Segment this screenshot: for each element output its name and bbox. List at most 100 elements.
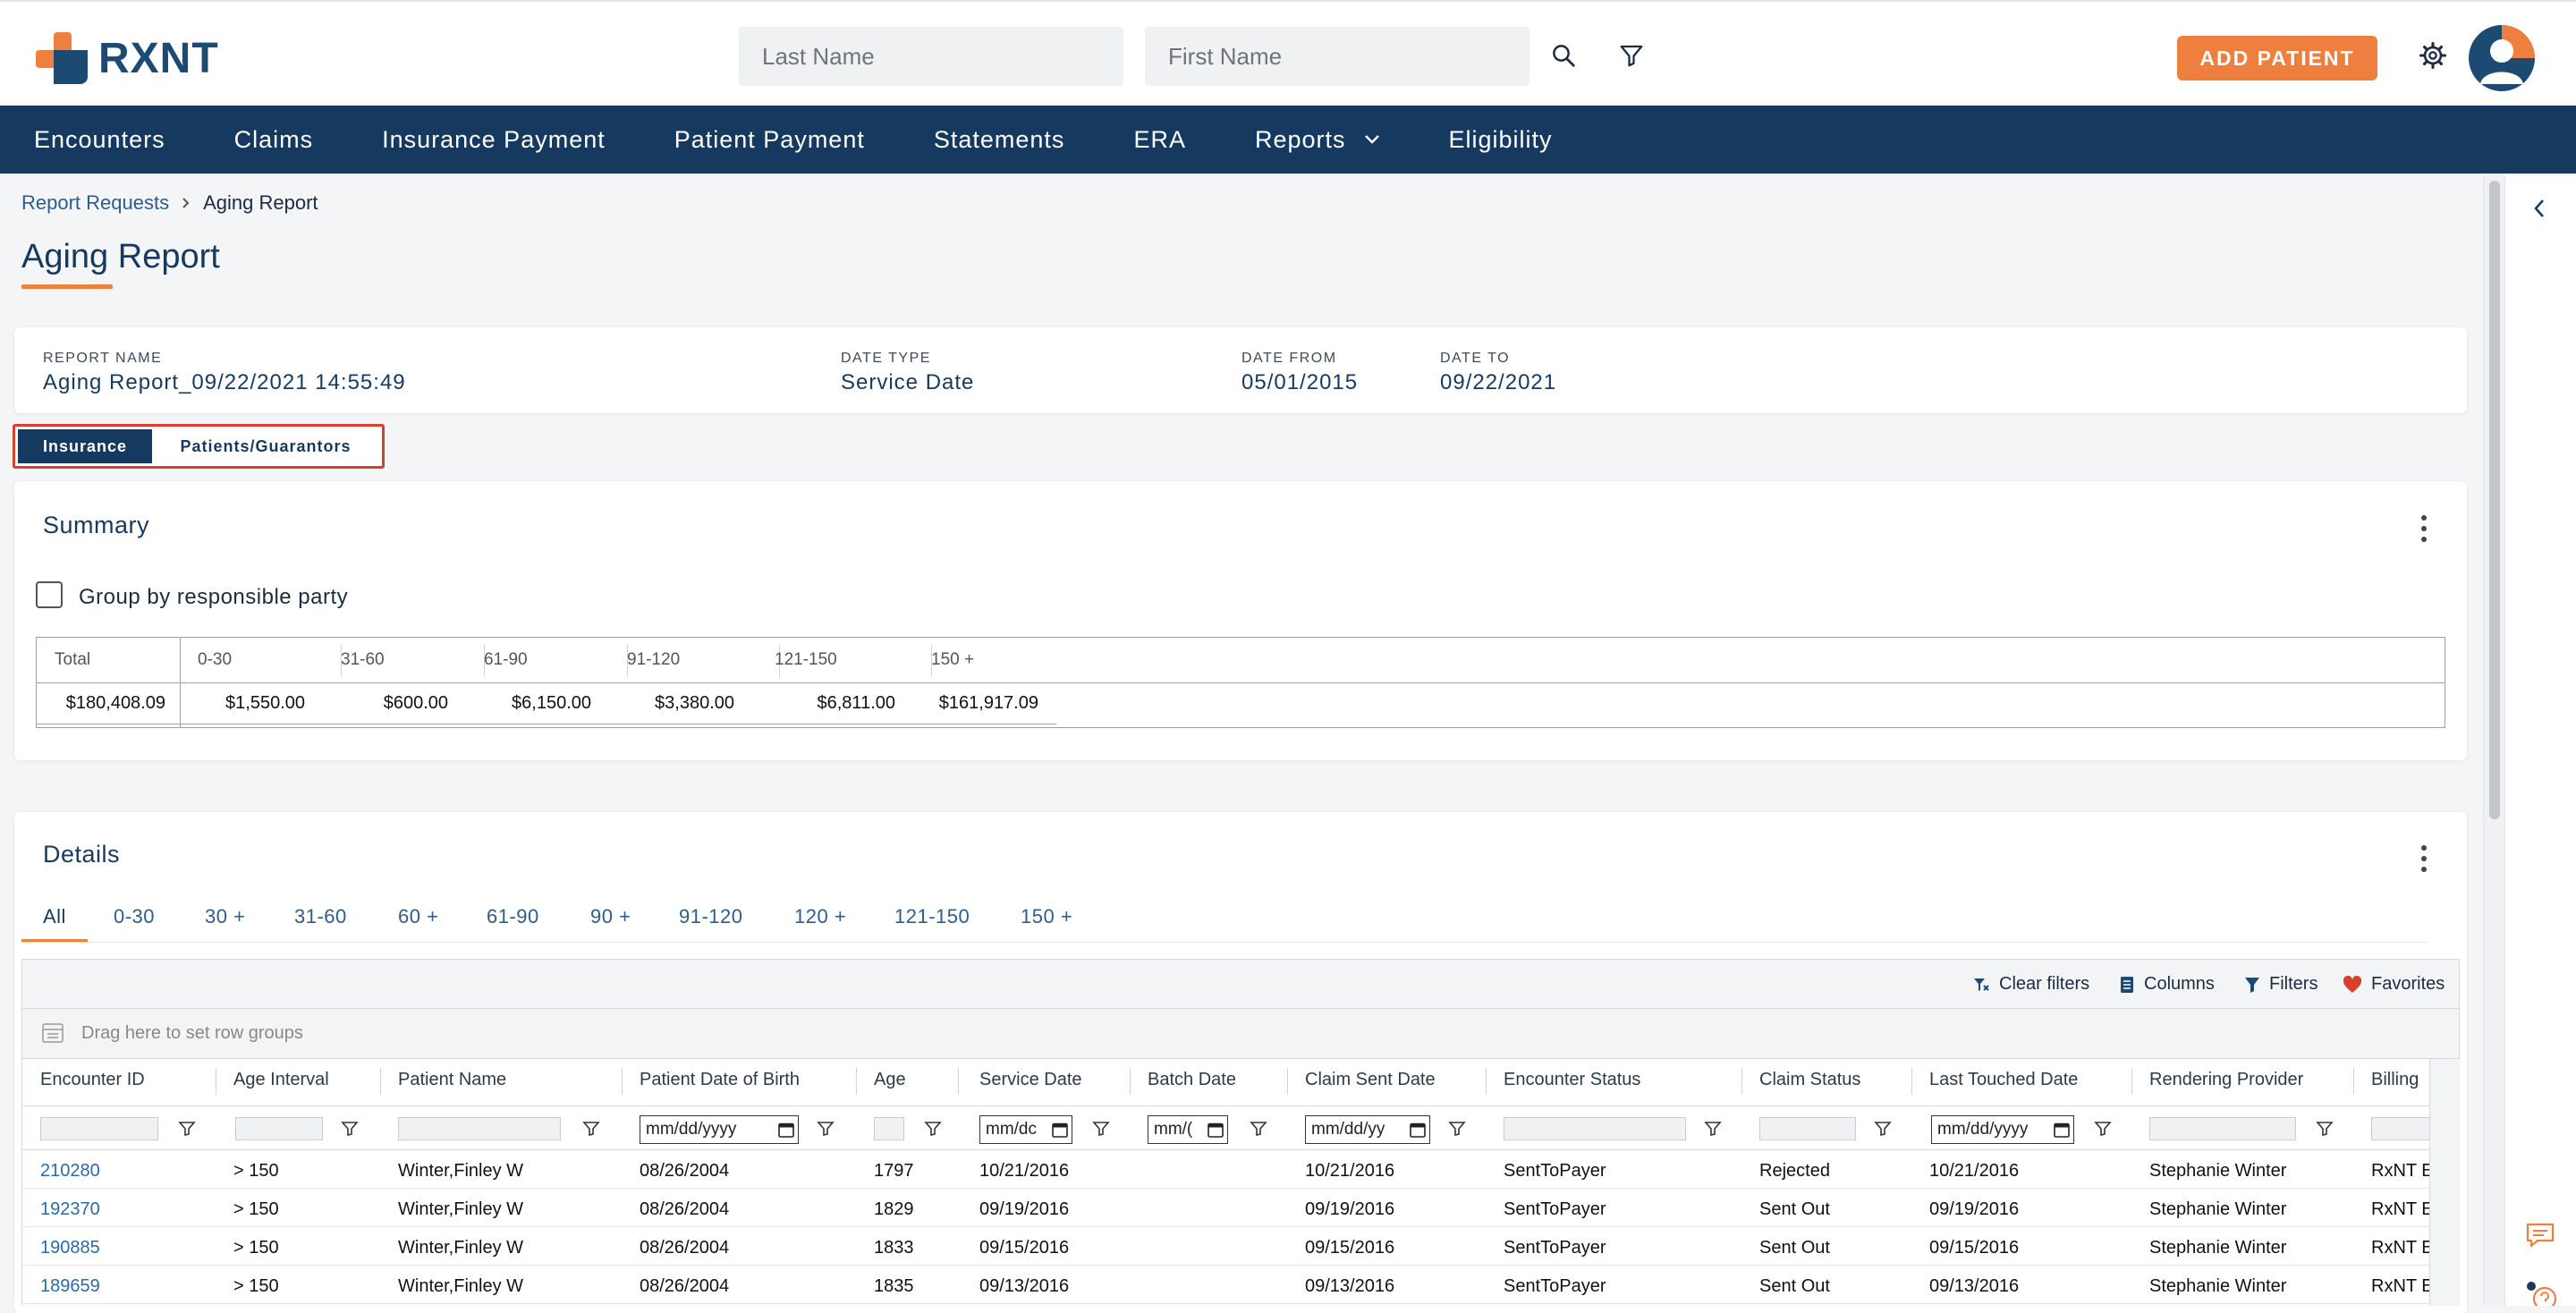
cell-encounter-id-link[interactable]: 192370 [40,1199,100,1220]
filter-claim-sent-date[interactable]: mm/dd/yy [1305,1115,1430,1144]
user-avatar[interactable] [2469,25,2535,91]
filter-age-interval[interactable] [235,1117,323,1140]
last-name-input[interactable] [739,27,1123,86]
col-header-rendering-provider[interactable]: Rendering Provider [2149,1070,2303,1090]
chat-icon[interactable] [2525,1222,2555,1249]
filter-menu-icon[interactable] [1092,1121,1110,1137]
filter-menu-icon[interactable] [1704,1121,1722,1137]
columns-button[interactable]: Columns [2119,974,2215,995]
details-tab-0-30[interactable]: 0-30 [114,905,155,928]
filter-claim-status[interactable] [1759,1117,1856,1140]
cell-claim-sent-date: 09/15/2016 [1305,1238,1395,1258]
filter-menu-icon[interactable] [817,1121,835,1137]
summary-table: Total 0-30 31-60 61-90 91-120 121-150 15… [36,637,2445,728]
filter-menu-icon[interactable] [1874,1121,1892,1137]
col-header-last-touched-date[interactable]: Last Touched Date [1929,1070,2078,1090]
table-row[interactable]: 190885 > 150 Winter,Finley W 08/26/2004 … [22,1227,2429,1266]
filter-patient-name[interactable] [398,1117,561,1140]
col-header-age[interactable]: Age [874,1070,906,1090]
calendar-icon[interactable] [1052,1122,1068,1138]
filter-dob-date[interactable]: mm/dd/yyyy [640,1115,799,1144]
first-name-input[interactable] [1145,27,1530,86]
col-header-encounter-status[interactable]: Encounter Status [1504,1070,1640,1090]
filter-menu-icon[interactable] [178,1121,196,1137]
calendar-icon[interactable] [778,1122,794,1138]
grid-vertical-scrollbar[interactable] [2429,1059,2460,1306]
nav-claims[interactable]: Claims [234,126,314,154]
filter-last-touched-date[interactable]: mm/dd/yyyy [1931,1115,2074,1144]
cell-encounter-id-link[interactable]: 189659 [40,1276,100,1297]
row-group-drop-zone[interactable]: Drag here to set row groups [21,1009,2460,1059]
nav-eligibility[interactable]: Eligibility [1449,126,1553,154]
summary-header-31-60: 31-60 [341,650,385,669]
details-tab-91-120[interactable]: 91-120 [679,905,743,928]
details-more-icon[interactable] [2419,845,2428,872]
nav-encounters[interactable]: Encounters [34,126,165,154]
clear-filters-button[interactable]: Clear filters [1972,974,2089,995]
filter-menu-icon[interactable] [2316,1121,2334,1137]
col-header-batch-date[interactable]: Batch Date [1148,1070,1236,1090]
filter-menu-icon[interactable] [1448,1121,1466,1137]
filter-menu-icon[interactable] [2094,1121,2112,1137]
favorites-button[interactable]: Favorites [2343,974,2445,995]
cell-encounter-id-link[interactable]: 190885 [40,1238,100,1258]
filter-icon[interactable] [1614,38,1649,73]
filter-menu-icon[interactable] [582,1121,600,1137]
table-row[interactable]: 210280 > 150 Winter,Finley W 08/26/2004 … [22,1150,2429,1189]
nav-statements[interactable]: Statements [934,126,1065,154]
filter-menu-icon[interactable] [924,1121,942,1137]
col-header-patient-name[interactable]: Patient Name [398,1070,506,1090]
details-tab-60-plus[interactable]: 60 + [398,905,438,928]
details-tab-90-plus[interactable]: 90 + [590,905,631,928]
calendar-icon[interactable] [1208,1122,1224,1138]
filter-rendering-provider[interactable] [2149,1117,2296,1140]
col-header-age-interval[interactable]: Age Interval [233,1070,329,1090]
scroll-thumb[interactable] [2489,181,2500,819]
details-tab-31-60[interactable]: 31-60 [294,905,347,928]
col-header-patient-dob[interactable]: Patient Date of Birth [640,1070,800,1090]
filter-menu-icon[interactable] [1250,1121,1267,1137]
details-tab-30-plus[interactable]: 30 + [205,905,245,928]
help-icon[interactable] [2525,1279,2557,1306]
nav-era[interactable]: ERA [1133,126,1186,154]
cell-encounter-id-link[interactable]: 210280 [40,1161,100,1182]
calendar-icon[interactable] [2054,1122,2070,1138]
table-row[interactable]: 192370 > 150 Winter,Finley W 08/26/2004 … [22,1189,2429,1227]
col-header-service-date[interactable]: Service Date [979,1070,1082,1090]
nav-reports[interactable]: Reports [1255,126,1380,154]
add-patient-button[interactable]: ADD PATIENT [2177,36,2377,80]
details-tab-121-150[interactable]: 121-150 [894,905,970,928]
breadcrumb-report-requests[interactable]: Report Requests [21,191,169,215]
cell-age: 1833 [874,1238,914,1258]
filter-encounter-status[interactable] [1504,1117,1686,1140]
summary-more-icon[interactable] [2419,515,2428,542]
col-header-billing[interactable]: Billing [2371,1070,2419,1090]
filter-billing[interactable] [2371,1117,2429,1140]
col-header-claim-sent-date[interactable]: Claim Sent Date [1305,1070,1436,1090]
details-tab-61-90[interactable]: 61-90 [487,905,539,928]
group-by-checkbox[interactable] [36,581,63,608]
details-tab-150-plus[interactable]: 150 + [1021,905,1072,928]
table-row[interactable]: 189659 > 150 Winter,Finley W 08/26/2004 … [22,1266,2429,1304]
calendar-icon[interactable] [1410,1122,1426,1138]
collapse-chevron-left-icon[interactable] [2532,199,2546,218]
filter-encounter-id[interactable] [40,1117,158,1140]
filter-age[interactable] [874,1117,904,1140]
col-header-encounter-id[interactable]: Encounter ID [40,1070,145,1090]
insurance-tab[interactable]: Insurance [18,429,152,463]
details-tab-120-plus[interactable]: 120 + [794,905,846,928]
nav-insurance-payment[interactable]: Insurance Payment [382,126,606,154]
col-header-claim-status[interactable]: Claim Status [1759,1070,1860,1090]
filter-service-date[interactable]: mm/dc [979,1115,1072,1144]
rxnt-logo[interactable]: RXNT [34,30,219,86]
patients-guarantors-tab[interactable]: Patients/Guarantors [152,429,379,463]
filter-batch-date[interactable]: mm/( [1148,1115,1228,1144]
search-icon[interactable] [1546,38,1581,73]
details-tab-all[interactable]: All [43,905,66,928]
cell-age-interval: > 150 [233,1238,279,1258]
settings-gear-icon[interactable] [2415,38,2451,73]
page-scrollbar[interactable] [2483,175,2504,1306]
filters-button[interactable]: Filters [2244,974,2318,995]
nav-patient-payment[interactable]: Patient Payment [674,126,865,154]
filter-menu-icon[interactable] [341,1121,359,1137]
